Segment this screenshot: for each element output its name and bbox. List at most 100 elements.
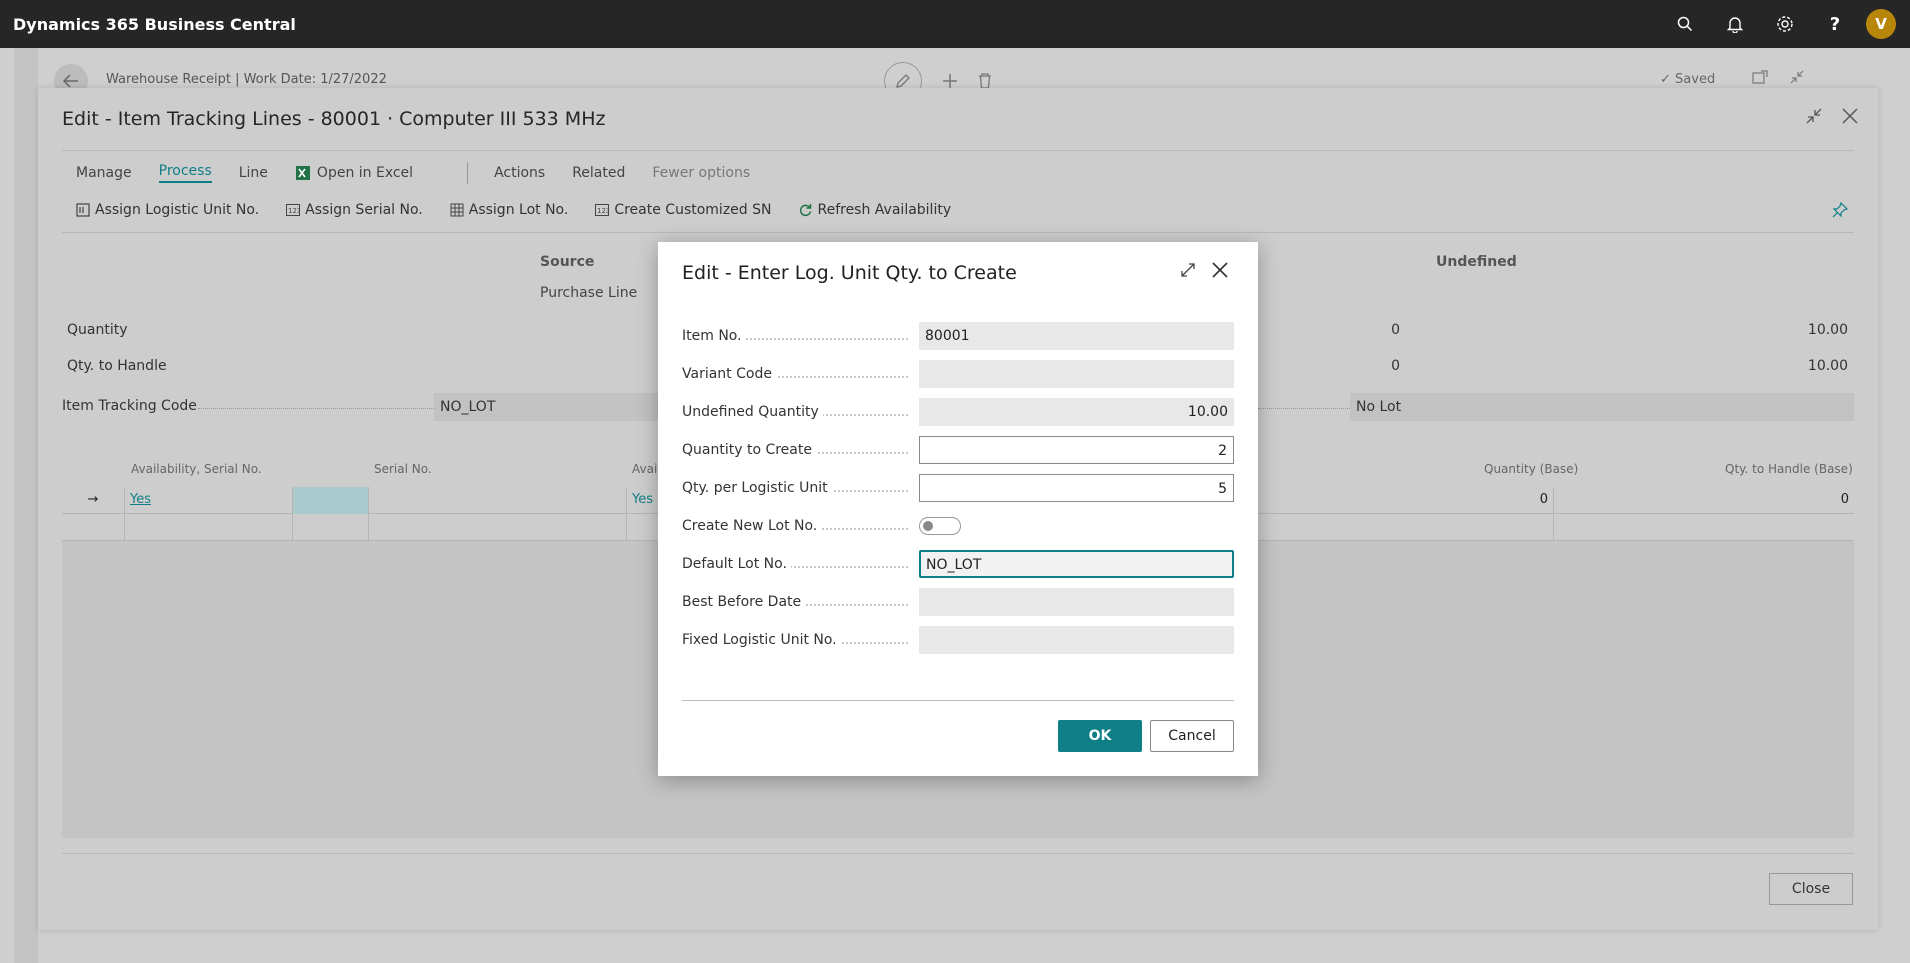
qty-per-logistic-unit-input[interactable]: 5 bbox=[919, 474, 1234, 502]
edit-pencil-icon bbox=[896, 74, 910, 88]
assign-serial-button[interactable]: 123 Assign Serial No. bbox=[286, 202, 423, 218]
avatar[interactable]: V bbox=[1866, 9, 1896, 39]
gear-icon[interactable] bbox=[1760, 0, 1810, 48]
default-lot-no-row: Default Lot No. NO_LOT bbox=[682, 550, 1234, 578]
open-new-window-icon[interactable] bbox=[1752, 70, 1768, 84]
serial-no-cell[interactable] bbox=[369, 487, 627, 514]
best-before-date-row: Best Before Date bbox=[682, 588, 1234, 616]
fixed-logistic-unit-no-row: Fixed Logistic Unit No. bbox=[682, 626, 1234, 654]
fixed-logistic-unit-no-field[interactable] bbox=[919, 626, 1234, 654]
page-right-icons bbox=[1752, 70, 1804, 84]
best-before-date-label: Best Before Date bbox=[682, 594, 806, 610]
best-before-date-field[interactable] bbox=[919, 588, 1234, 616]
undefined-quantity-label: Undefined Quantity bbox=[682, 404, 823, 420]
assign-logistic-unit-button[interactable]: Assign Logistic Unit No. bbox=[76, 202, 259, 218]
grid-cell[interactable] bbox=[293, 514, 369, 541]
action-bar: Assign Logistic Unit No. 123 Assign Seri… bbox=[76, 202, 978, 218]
serial-no-cell[interactable] bbox=[369, 514, 627, 541]
panel-menu: Manage Process Line Open in Excel Action… bbox=[76, 162, 777, 184]
undefined-quantity-row: Undefined Quantity 10.00 bbox=[682, 398, 1234, 426]
menu-related[interactable]: Related bbox=[572, 165, 625, 181]
menu-process[interactable]: Process bbox=[158, 163, 212, 183]
column-header-availability[interactable]: Avai bbox=[632, 462, 657, 476]
checkmark-icon: ✓ bbox=[1660, 72, 1671, 87]
assign-lot-button[interactable]: Assign Lot No. bbox=[450, 202, 568, 218]
collapse-icon[interactable] bbox=[1790, 70, 1804, 84]
serial-number-icon: 123 bbox=[595, 204, 610, 216]
quantity-base-cell[interactable]: 0 bbox=[1281, 487, 1554, 514]
quantity-label: Quantity bbox=[67, 322, 128, 338]
cancel-button[interactable]: Cancel bbox=[1150, 720, 1234, 752]
menu-fewer-options[interactable]: Fewer options bbox=[652, 165, 750, 181]
refresh-icon bbox=[800, 204, 812, 217]
source-header: Source bbox=[540, 254, 595, 270]
dialog-title: Edit - Enter Log. Unit Qty. to Create bbox=[682, 262, 1017, 284]
dialog-divider bbox=[682, 700, 1234, 701]
help-icon[interactable]: ? bbox=[1810, 0, 1860, 48]
bell-icon[interactable] bbox=[1710, 0, 1760, 48]
menu-actions[interactable]: Actions bbox=[494, 165, 545, 181]
column-header-quantity-base[interactable]: Quantity (Base) bbox=[1484, 462, 1578, 476]
qty-to-handle-label: Qty. to Handle bbox=[67, 358, 167, 374]
logistic-unit-icon bbox=[76, 203, 90, 217]
variant-code-field[interactable] bbox=[919, 360, 1234, 388]
close-button[interactable]: Close bbox=[1769, 873, 1853, 905]
breadcrumb: Warehouse Receipt | Work Date: 1/27/2022 bbox=[106, 72, 387, 87]
excel-icon bbox=[295, 166, 310, 180]
divider bbox=[62, 232, 1854, 233]
label-leader-dots bbox=[198, 408, 458, 409]
qty-per-logistic-unit-label: Qty. per Logistic Unit bbox=[682, 480, 832, 496]
default-lot-no-label: Default Lot No. bbox=[682, 556, 791, 572]
create-customized-sn-button[interactable]: 123 Create Customized SN bbox=[595, 202, 771, 218]
default-lot-no-input[interactable]: NO_LOT bbox=[919, 550, 1234, 578]
plus-icon[interactable] bbox=[942, 73, 958, 89]
serial-number-icon: 123 bbox=[286, 204, 301, 216]
menu-line[interactable]: Line bbox=[239, 165, 268, 181]
undefined-quantity-field[interactable]: 10.00 bbox=[919, 398, 1234, 426]
qty-to-handle-base-cell[interactable]: 0 bbox=[1554, 487, 1854, 514]
item-no-field[interactable]: 80001 bbox=[919, 322, 1234, 350]
menu-separator bbox=[467, 162, 469, 184]
column-header-availability-serial[interactable]: Availability, Serial No. bbox=[131, 462, 262, 476]
panel-title: Edit - Item Tracking Lines - 80001 · Com… bbox=[62, 108, 606, 130]
ok-button[interactable]: OK bbox=[1058, 720, 1142, 752]
refresh-availability-button[interactable]: Refresh Availability bbox=[798, 202, 951, 218]
pin-icon[interactable] bbox=[1832, 202, 1848, 218]
trash-icon[interactable] bbox=[978, 73, 992, 89]
qty-to-handle-base-cell[interactable] bbox=[1554, 514, 1854, 541]
selected-cell[interactable] bbox=[293, 487, 369, 514]
menu-manage[interactable]: Manage bbox=[76, 165, 132, 181]
variant-code-label: Variant Code bbox=[682, 366, 776, 382]
dialog-controls bbox=[1180, 262, 1228, 278]
row-selector-cell[interactable] bbox=[62, 514, 125, 541]
availability-serial-cell[interactable]: Yes bbox=[125, 487, 293, 514]
undefined-header: Undefined bbox=[1436, 254, 1517, 270]
quantity-base-cell[interactable] bbox=[1281, 514, 1554, 541]
column-header-serial-no[interactable]: Serial No. bbox=[374, 462, 432, 476]
menu-open-in-excel[interactable]: Open in Excel bbox=[295, 165, 440, 181]
close-icon[interactable] bbox=[1842, 108, 1858, 124]
app-bar-icons: ? V bbox=[1660, 0, 1910, 48]
qty-to-handle-undefined-value: 10.00 bbox=[1807, 358, 1848, 374]
item-no-row: Item No. 80001 bbox=[682, 322, 1234, 350]
svg-text:123: 123 bbox=[288, 207, 300, 215]
qty-per-logistic-unit-row: Qty. per Logistic Unit 5 bbox=[682, 474, 1234, 502]
back-arrow-icon bbox=[63, 74, 78, 88]
create-new-lot-no-label: Create New Lot No. bbox=[682, 518, 822, 534]
item-tracking-code-field[interactable]: NO_LOT bbox=[434, 393, 658, 421]
divider bbox=[62, 150, 1854, 151]
create-new-lot-no-toggle[interactable] bbox=[919, 517, 961, 535]
close-icon[interactable] bbox=[1212, 262, 1228, 278]
qty-to-handle-mid-value: 0 bbox=[1391, 358, 1400, 374]
app-title[interactable]: Dynamics 365 Business Central bbox=[0, 15, 296, 34]
variant-code-row: Variant Code bbox=[682, 360, 1234, 388]
availability-serial-cell[interactable] bbox=[125, 514, 293, 541]
column-header-qty-to-handle-base[interactable]: Qty. to Handle (Base) bbox=[1725, 462, 1853, 476]
item-tracking-description-field[interactable]: No Lot bbox=[1350, 393, 1854, 421]
saved-status: ✓ Saved bbox=[1660, 72, 1716, 87]
search-icon[interactable] bbox=[1660, 0, 1710, 48]
quantity-to-create-input[interactable]: 2 bbox=[919, 436, 1234, 464]
expand-icon[interactable] bbox=[1180, 262, 1196, 278]
quantity-to-create-label: Quantity to Create bbox=[682, 442, 816, 458]
collapse-icon[interactable] bbox=[1806, 108, 1822, 124]
